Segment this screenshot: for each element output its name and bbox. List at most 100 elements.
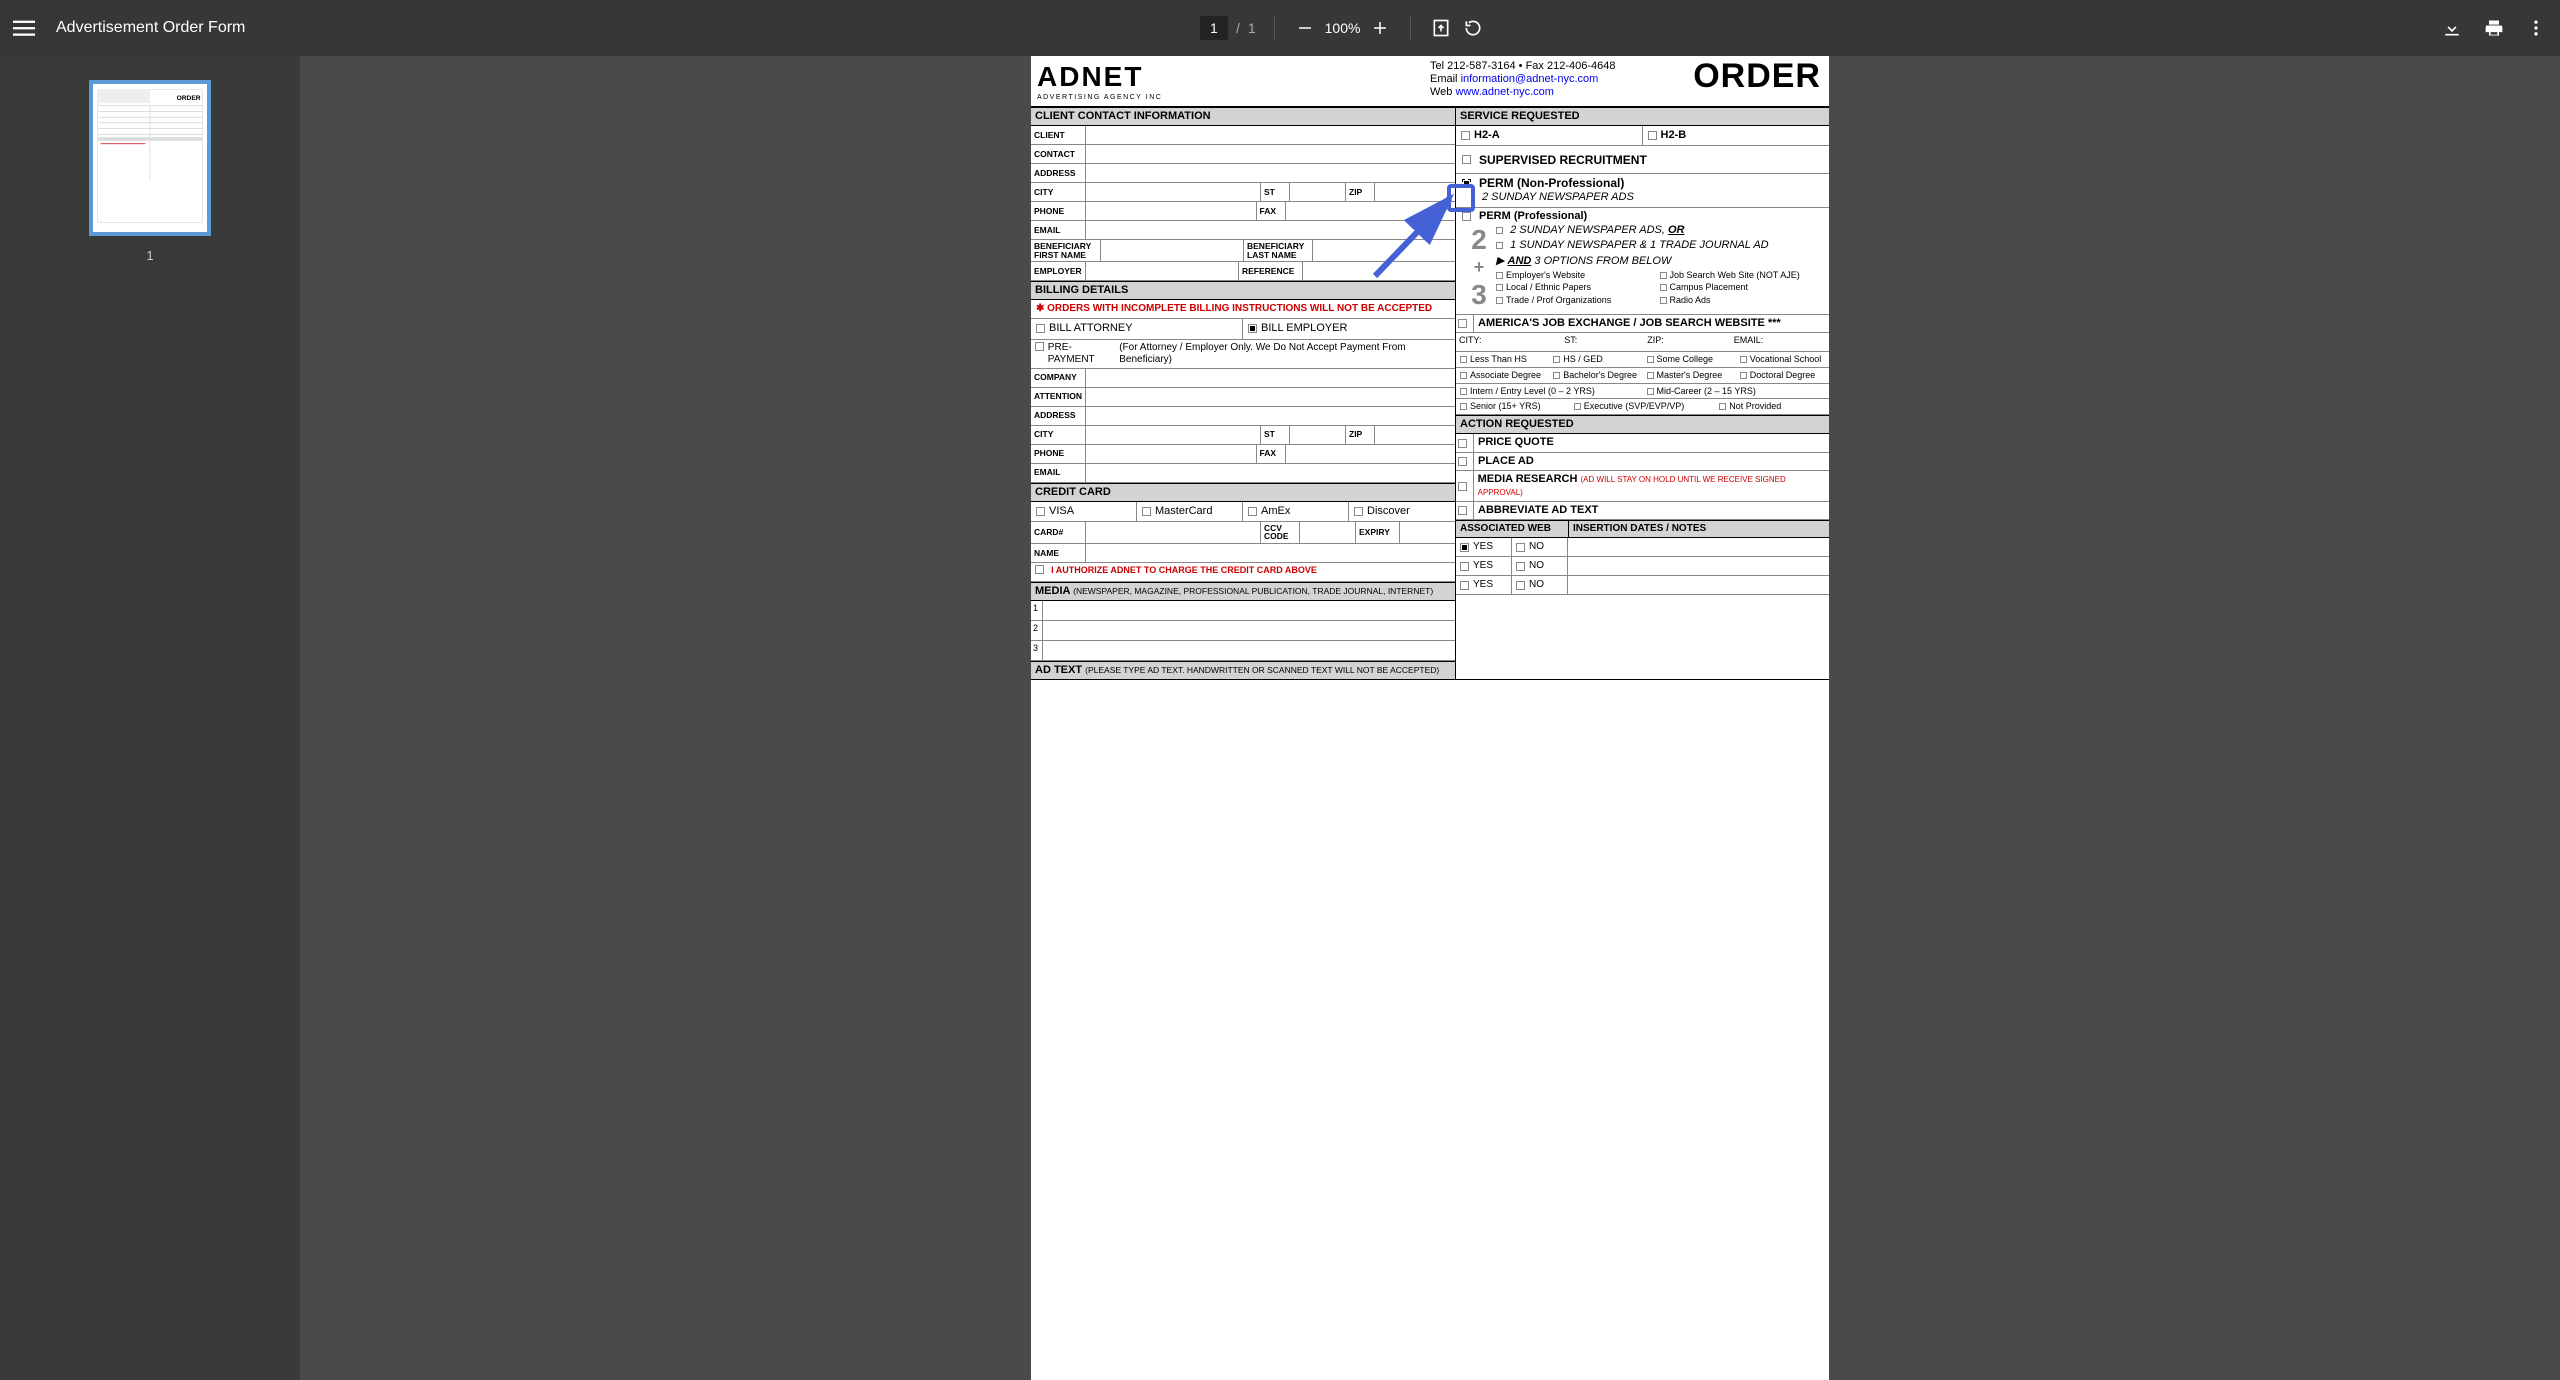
exp-mid[interactable]: Mid-Career (2 – 15 YRS)	[1643, 384, 1830, 399]
section-media: MEDIA (NEWSPAPER, MAGAZINE, PROFESSIONAL…	[1031, 582, 1455, 601]
zoom-in-icon[interactable]	[1368, 16, 1392, 40]
thumbnail-label: 1	[146, 248, 153, 263]
employer-field[interactable]	[1086, 262, 1238, 280]
b-zip-field[interactable]	[1375, 426, 1455, 444]
media-2-field[interactable]	[1043, 621, 1455, 640]
exp-intern[interactable]: Intern / Entry Level (0 – 2 YRS)	[1456, 384, 1643, 399]
assoc-2-yes[interactable]: YES	[1456, 557, 1512, 575]
print-icon[interactable]	[2482, 16, 2506, 40]
discover-option[interactable]: Discover	[1349, 502, 1415, 521]
assoc-3-no[interactable]: NO	[1512, 576, 1568, 594]
edu-vocational[interactable]: Vocational School	[1736, 352, 1829, 367]
page-thumbnail[interactable]: ORDER	[89, 80, 211, 236]
phone-field[interactable]	[1086, 202, 1256, 220]
place-ad-checkbox[interactable]	[1456, 453, 1474, 470]
exp-senior[interactable]: Senior (15+ YRS)	[1456, 399, 1570, 414]
company-field[interactable]	[1086, 369, 1455, 387]
bill-attorney-option[interactable]: BILL ATTORNEY	[1031, 319, 1243, 338]
fax-field[interactable]	[1286, 202, 1456, 220]
bill-employer-option[interactable]: BILL EMPLOYER	[1243, 319, 1352, 338]
mastercard-option[interactable]: MasterCard	[1137, 502, 1243, 521]
opt-campus[interactable]: Campus Placement	[1660, 281, 1824, 294]
zip-field[interactable]	[1375, 183, 1455, 201]
st-field[interactable]	[1290, 183, 1345, 201]
document-title: Advertisement Order Form	[56, 19, 245, 37]
h2b-option[interactable]: H2-B	[1643, 126, 1692, 145]
page-number-input[interactable]	[1200, 16, 1228, 40]
b-phone-field[interactable]	[1086, 445, 1256, 463]
media-research-checkbox[interactable]	[1456, 471, 1474, 501]
edu-associate[interactable]: Associate Degree	[1456, 368, 1549, 383]
edu-lths[interactable]: Less Than HS	[1456, 352, 1549, 367]
address-label: ADDRESS	[1031, 164, 1086, 182]
fit-page-icon[interactable]	[1429, 16, 1453, 40]
ad-text-area[interactable]	[1031, 679, 1829, 799]
media-3-field[interactable]	[1043, 641, 1455, 660]
b-fax-field[interactable]	[1286, 445, 1456, 463]
abbreviate-checkbox[interactable]	[1456, 502, 1474, 519]
b-address-field[interactable]	[1086, 407, 1455, 425]
city-field[interactable]	[1086, 183, 1260, 201]
edu-hs[interactable]: HS / GED	[1549, 352, 1642, 367]
opt-radio[interactable]: Radio Ads	[1660, 294, 1824, 307]
cc-name-label: NAME	[1031, 544, 1086, 562]
document-viewer[interactable]: ADNET ADVERTISING AGENCY INC Tel 212-587…	[300, 56, 2560, 1380]
zoom-out-icon[interactable]	[1293, 16, 1317, 40]
prof-opt-2[interactable]: 1 SUNDAY NEWSPAPER & 1 TRADE JOURNAL AD	[1496, 238, 1823, 253]
opt-employer-website[interactable]: Employer's Website	[1496, 269, 1660, 282]
edu-bachelor[interactable]: Bachelor's Degree	[1549, 368, 1642, 383]
cardnum-field[interactable]	[1086, 522, 1260, 543]
email-link[interactable]: information@adnet-nyc.com	[1461, 73, 1599, 85]
opt-job-search[interactable]: Job Search Web Site (NOT AJE)	[1660, 269, 1824, 282]
email-field[interactable]	[1086, 221, 1455, 239]
city-label: CITY	[1031, 183, 1086, 201]
contact-field[interactable]	[1086, 145, 1455, 163]
ccv-field[interactable]	[1300, 522, 1355, 543]
client-field[interactable]	[1086, 126, 1455, 144]
price-quote-checkbox[interactable]	[1456, 434, 1474, 451]
edu-doctoral[interactable]: Doctoral Degree	[1736, 368, 1829, 383]
media-research-label: MEDIA RESEARCH (AD WILL STAY ON HOLD UNT…	[1474, 471, 1829, 501]
media-1-field[interactable]	[1043, 601, 1455, 620]
prepayment-option[interactable]: PRE-PAYMENT (For Attorney / Employer Onl…	[1031, 340, 1455, 369]
web-link[interactable]: www.adnet-nyc.com	[1455, 86, 1553, 98]
rotate-icon[interactable]	[1461, 16, 1485, 40]
perm-professional-option[interactable]: PERM (Professional)	[1462, 210, 1823, 223]
ben-first-field[interactable]	[1101, 240, 1243, 261]
prof-opt-1[interactable]: 2 SUNDAY NEWSPAPER ADS, OR	[1496, 223, 1823, 238]
amex-option[interactable]: AmEx	[1243, 502, 1349, 521]
insertion-2-field[interactable]	[1568, 557, 1829, 575]
exp-exec[interactable]: Executive (SVP/EVP/VP)	[1570, 399, 1715, 414]
ben-last-field[interactable]	[1313, 240, 1455, 261]
assoc-1-yes[interactable]: YES	[1456, 538, 1512, 556]
edu-master[interactable]: Master's Degree	[1643, 368, 1736, 383]
download-icon[interactable]	[2440, 16, 2464, 40]
pdf-toolbar: Advertisement Order Form / 1 100%	[0, 0, 2560, 56]
b-st-field[interactable]	[1290, 426, 1345, 444]
more-icon[interactable]	[2524, 16, 2548, 40]
assoc-2-no[interactable]: NO	[1512, 557, 1568, 575]
address-field[interactable]	[1086, 164, 1455, 182]
attention-field[interactable]	[1086, 388, 1455, 406]
insertion-1-field[interactable]	[1568, 538, 1829, 556]
aje-checkbox[interactable]	[1456, 315, 1474, 332]
authorize-option[interactable]: I AUTHORIZE ADNET TO CHARGE THE CREDIT C…	[1031, 563, 1455, 582]
opt-trade-prof[interactable]: Trade / Prof Organizations	[1496, 294, 1660, 307]
cc-name-field[interactable]	[1086, 544, 1455, 562]
insertion-3-field[interactable]	[1568, 576, 1829, 594]
assoc-1-no[interactable]: NO	[1512, 538, 1568, 556]
b-email-field[interactable]	[1086, 464, 1455, 482]
edu-some-college[interactable]: Some College	[1643, 352, 1736, 367]
supervised-recruitment-option[interactable]: SUPERVISED RECRUITMENT	[1462, 153, 1647, 167]
expiry-field[interactable]	[1400, 522, 1455, 543]
menu-icon[interactable]	[12, 16, 36, 40]
b-city-field[interactable]	[1086, 426, 1260, 444]
opt-local-papers[interactable]: Local / Ethnic Papers	[1496, 281, 1660, 294]
perm-nonprofessional-option[interactable]: PERM (Non-Professional)	[1462, 176, 1823, 190]
exp-np[interactable]: Not Provided	[1715, 399, 1829, 414]
h2a-option[interactable]: H2-A	[1456, 126, 1643, 145]
assoc-3-yes[interactable]: YES	[1456, 576, 1512, 594]
reference-field[interactable]	[1303, 262, 1455, 280]
incomplete-warning: ✱ ORDERS WITH INCOMPLETE BILLING INSTRUC…	[1036, 303, 1432, 315]
visa-option[interactable]: VISA	[1031, 502, 1137, 521]
